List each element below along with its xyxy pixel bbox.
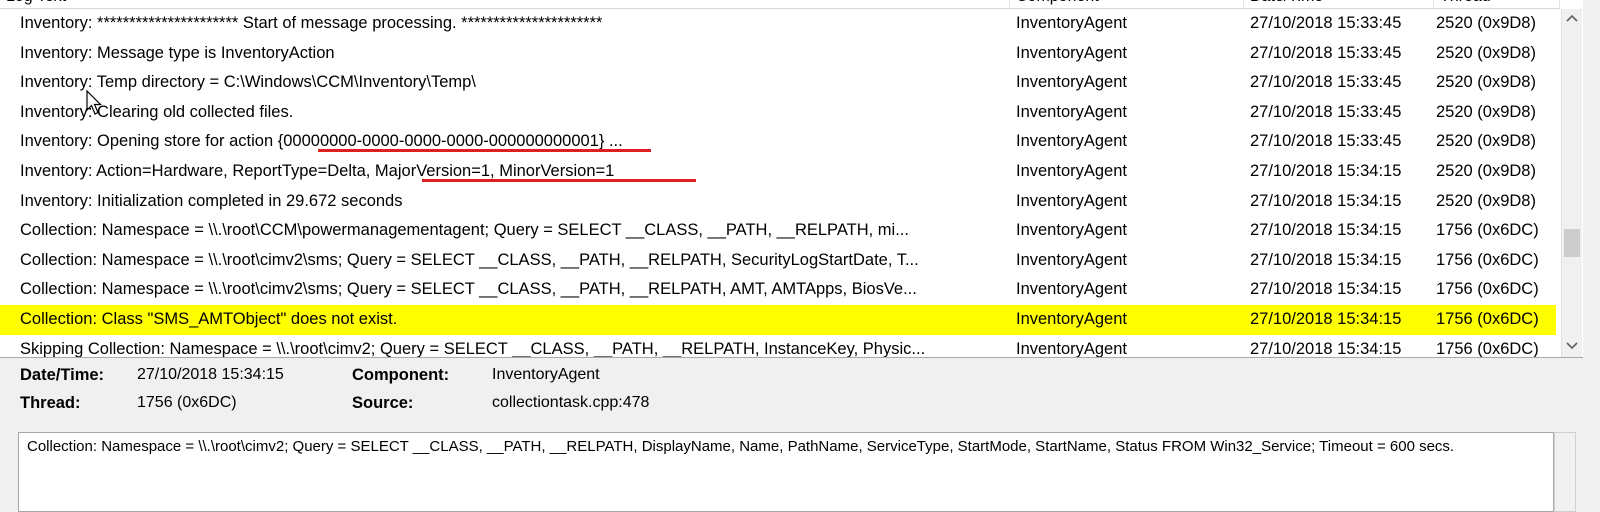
datetime-cell: 27/10/2018 15:34:15: [1250, 161, 1402, 180]
thread-label: Thread:: [20, 394, 81, 412]
component-cell: InventoryAgent: [1016, 43, 1127, 62]
datetime-cell: 27/10/2018 15:34:15: [1250, 339, 1402, 358]
datetime-cell: 27/10/2018 15:33:45: [1250, 73, 1402, 92]
log-text-cell: Collection: Namespace = \\.\root\CCM\pow…: [20, 221, 909, 240]
datetime-cell: 27/10/2018 15:34:15: [1250, 309, 1402, 328]
thread-cell: 1756 (0x6DC): [1436, 280, 1539, 299]
message-text: Collection: Namespace = \\.\root\cimv2; …: [27, 438, 1455, 455]
thread-cell: 2520 (0x9D8): [1436, 102, 1536, 121]
datetime-cell: 27/10/2018 15:33:45: [1250, 14, 1402, 32]
datetime-cell: 27/10/2018 15:34:15: [1250, 191, 1402, 210]
component-cell: InventoryAgent: [1016, 102, 1127, 121]
log-text-cell: Collection: Namespace = \\.\root\cimv2\s…: [20, 280, 917, 299]
component-cell: InventoryAgent: [1016, 14, 1127, 32]
scrollbar-thumb[interactable]: [1564, 229, 1580, 257]
component-cell: InventoryAgent: [1016, 161, 1127, 180]
component-cell: InventoryAgent: [1016, 280, 1127, 299]
datetime-cell: 27/10/2018 15:33:45: [1250, 43, 1402, 62]
thread-cell: 2520 (0x9D8): [1436, 191, 1536, 210]
component-cell: InventoryAgent: [1016, 73, 1127, 92]
thread-cell: 2520 (0x9D8): [1436, 73, 1536, 92]
log-text-cell: Collection: Class "SMS_AMTObject" does n…: [20, 309, 398, 328]
thread-cell: 1756 (0x6DC): [1436, 339, 1539, 358]
component-cell: InventoryAgent: [1016, 132, 1127, 151]
table-row[interactable]: Collection: Namespace = \\.\root\cimv2\s…: [0, 275, 1556, 305]
table-row[interactable]: Inventory: Action=Hardware, ReportType=D…: [0, 157, 1556, 187]
table-row[interactable]: Collection: Namespace = \\.\root\CCM\pow…: [0, 216, 1556, 246]
datetime-cell: 27/10/2018 15:34:15: [1250, 280, 1402, 299]
column-header: Log Text Component Date/Time Thread: [0, 0, 1560, 9]
message-textbox[interactable]: Collection: Namespace = \\.\root\cimv2; …: [18, 432, 1554, 512]
version-underline: [422, 178, 696, 182]
details-panel: Date/Time: 27/10/2018 15:34:15 Component…: [0, 358, 1600, 428]
log-text-cell: Collection: Namespace = \\.\root\cimv2\s…: [20, 250, 919, 269]
thread-cell: 1756 (0x6DC): [1436, 250, 1539, 269]
component-label: Component:: [352, 366, 450, 384]
component-cell: InventoryAgent: [1016, 191, 1127, 210]
table-row[interactable]: Skipping Collection: Namespace = \\.\roo…: [0, 335, 1556, 358]
component-value: InventoryAgent: [492, 366, 600, 383]
thread-cell: 2520 (0x9D8): [1436, 132, 1536, 151]
datetime-label: Date/Time:: [20, 366, 105, 384]
log-text-cell: Inventory: Clearing old collected files.: [20, 102, 294, 121]
thread-cell: 2520 (0x9D8): [1436, 161, 1536, 180]
table-row[interactable]: Inventory: Message type is InventoryActi…: [0, 39, 1556, 69]
log-rows: Inventory: ********************** Start …: [0, 9, 1560, 358]
thread-value: 1756 (0x6DC): [137, 394, 237, 411]
table-row[interactable]: Collection: Namespace = \\.\root\cimv2\s…: [0, 246, 1556, 276]
vertical-scrollbar[interactable]: [1561, 9, 1582, 357]
message-scrollbar[interactable]: [1554, 432, 1576, 512]
log-text-cell: Inventory: ********************** Start …: [20, 14, 603, 32]
datetime-cell: 27/10/2018 15:33:45: [1250, 132, 1402, 151]
log-text-cell: Skipping Collection: Namespace = \\.\roo…: [20, 339, 926, 358]
chevron-down-icon[interactable]: [1562, 337, 1582, 357]
component-cell: InventoryAgent: [1016, 221, 1127, 240]
datetime-cell: 27/10/2018 15:34:15: [1250, 250, 1402, 269]
log-list[interactable]: Log Text Component Date/Time Thread Inve…: [0, 0, 1600, 358]
table-row[interactable]: Inventory: Initialization completed in 2…: [0, 187, 1556, 217]
table-row[interactable]: Inventory: ********************** Start …: [0, 9, 1556, 39]
source-value: collectiontask.cpp:478: [492, 394, 650, 411]
component-cell: InventoryAgent: [1016, 250, 1127, 269]
log-text-cell: Inventory: Opening store for action {000…: [20, 132, 623, 151]
log-text-cell: Inventory: Temp directory = C:\Windows\C…: [20, 73, 476, 92]
thread-cell: 1756 (0x6DC): [1436, 221, 1539, 240]
column-header-thread[interactable]: Thread: [1434, 0, 1560, 8]
thread-cell: 2520 (0x9D8): [1436, 14, 1536, 32]
thread-cell: 1756 (0x6DC): [1436, 309, 1539, 328]
column-header-component[interactable]: Component: [1010, 0, 1244, 8]
chevron-up-icon[interactable]: [1562, 9, 1582, 29]
datetime-cell: 27/10/2018 15:34:15: [1250, 221, 1402, 240]
log-text-cell: Inventory: Action=Hardware, ReportType=D…: [20, 161, 615, 180]
table-row[interactable]: Inventory: Opening store for action {000…: [0, 127, 1556, 157]
datetime-value: 27/10/2018 15:34:15: [137, 366, 284, 383]
column-header-log-text[interactable]: Log Text: [0, 0, 1010, 8]
thread-cell: 2520 (0x9D8): [1436, 43, 1536, 62]
column-header-datetime[interactable]: Date/Time: [1244, 0, 1434, 8]
mouse-pointer-icon: [86, 90, 102, 115]
component-cell: InventoryAgent: [1016, 309, 1127, 328]
log-text-cell: Inventory: Message type is InventoryActi…: [20, 43, 335, 62]
guid-underline: [318, 149, 651, 153]
table-row[interactable]: Inventory: Clearing old collected files.…: [0, 98, 1556, 128]
source-label: Source:: [352, 394, 414, 412]
table-row[interactable]: Inventory: Temp directory = C:\Windows\C…: [0, 68, 1556, 98]
log-text-cell: Inventory: Initialization completed in 2…: [20, 191, 403, 210]
datetime-cell: 27/10/2018 15:33:45: [1250, 102, 1402, 121]
component-cell: InventoryAgent: [1016, 339, 1127, 358]
table-row-highlighted[interactable]: Collection: Class "SMS_AMTObject" does n…: [0, 304, 1556, 335]
